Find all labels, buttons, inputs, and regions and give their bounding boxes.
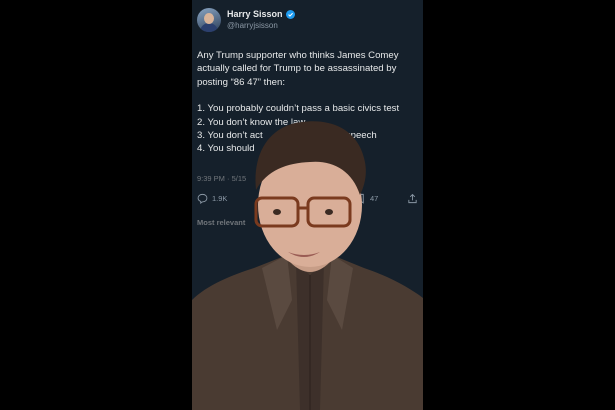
video-frame: Harry Sisson @harryjsisson Any Trump sup… xyxy=(192,0,423,410)
presenter-video-overlay xyxy=(192,121,423,410)
